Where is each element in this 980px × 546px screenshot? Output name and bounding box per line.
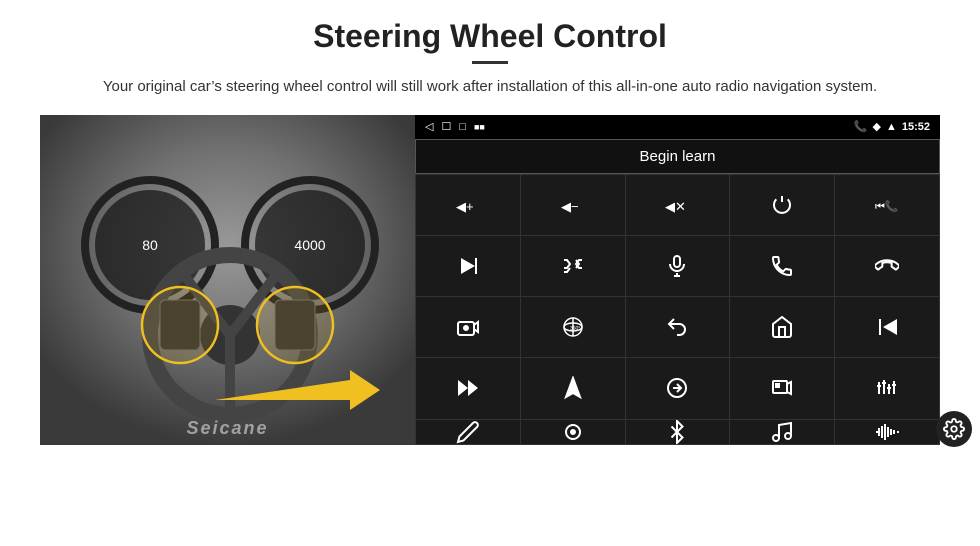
phone-end-button[interactable] (835, 236, 939, 296)
media-button[interactable] (730, 358, 834, 418)
bluetooth-button[interactable] (626, 420, 730, 444)
title-divider (472, 61, 508, 64)
camera-button[interactable] (416, 297, 520, 357)
location-icon: ◆ (873, 120, 881, 133)
notification-icon: ■■ (474, 122, 485, 132)
recent-nav-icon[interactable]: □ (459, 121, 466, 133)
steering-bg: 80 4000 (40, 115, 415, 445)
phone-status-icon: 📞 (854, 120, 868, 133)
eject-button[interactable] (626, 358, 730, 418)
phone-call-button[interactable] (730, 236, 834, 296)
page-subtitle: Your original car’s steering wheel contr… (40, 76, 940, 99)
gear-icon (943, 418, 965, 440)
svg-text:◀✕: ◀✕ (665, 199, 686, 214)
svg-text:360°: 360° (570, 326, 580, 332)
vol-mute-button[interactable]: ◀✕ (626, 175, 730, 235)
prev-phone-button[interactable]: ⏮📞 (835, 175, 939, 235)
360-button[interactable]: 360° (521, 297, 625, 357)
music-button[interactable] (730, 420, 834, 444)
wifi-status-icon: ▲ (886, 121, 897, 133)
back-nav-icon[interactable]: ◁ (425, 120, 433, 133)
svg-text:⏮📞: ⏮📞 (875, 199, 899, 213)
back-button[interactable] (626, 297, 730, 357)
status-bar: ◁ ☐ □ ■■ 📞 ◆ ▲ 15:52 (415, 115, 940, 139)
content-row: 80 4000 (40, 115, 940, 445)
status-right: 📞 ◆ ▲ 15:52 (854, 120, 930, 133)
page-wrapper: Steering Wheel Control Your original car… (0, 0, 980, 455)
waveform-button[interactable] (835, 420, 939, 444)
page-container: Steering Wheel Control Your original car… (0, 0, 980, 455)
svg-text:4000: 4000 (294, 237, 325, 253)
begin-learn-button[interactable]: Begin learn (415, 139, 940, 174)
mic-button[interactable] (626, 236, 730, 296)
seicane-watermark: Seicane (186, 418, 268, 439)
next-track-button[interactable] (416, 236, 520, 296)
android-panel: ◁ ☐ □ ■■ 📞 ◆ ▲ 15:52 Begin learn (415, 115, 940, 445)
pen-button[interactable] (416, 420, 520, 444)
equalizer-button[interactable] (835, 358, 939, 418)
svg-text:◀−: ◀− (561, 199, 579, 214)
button-grid: ◀+ ◀− ◀✕ ⏮📞 (415, 174, 940, 445)
dashboard-svg: 80 4000 (40, 115, 415, 445)
fast-forward-button[interactable] (416, 358, 520, 418)
power-button[interactable] (730, 175, 834, 235)
status-left: ◁ ☐ □ ■■ (425, 120, 485, 133)
steering-wheel-image: 80 4000 (40, 115, 415, 445)
home-button[interactable] (730, 297, 834, 357)
page-title: Steering Wheel Control (40, 18, 940, 55)
vol-down-button[interactable]: ◀− (521, 175, 625, 235)
gear-icon-container (936, 411, 972, 447)
navigate-button[interactable] (521, 358, 625, 418)
vol-up-button[interactable]: ◀+ (416, 175, 520, 235)
home-nav-icon[interactable]: ☐ (441, 120, 451, 133)
shuffle-next-button[interactable] (521, 236, 625, 296)
time-display: 15:52 (902, 121, 930, 133)
svg-text:◀+: ◀+ (456, 199, 474, 214)
svg-text:80: 80 (142, 237, 158, 253)
settings-round-button[interactable] (521, 420, 625, 444)
gear-settings-button[interactable] (936, 411, 972, 447)
skip-back-button[interactable] (835, 297, 939, 357)
